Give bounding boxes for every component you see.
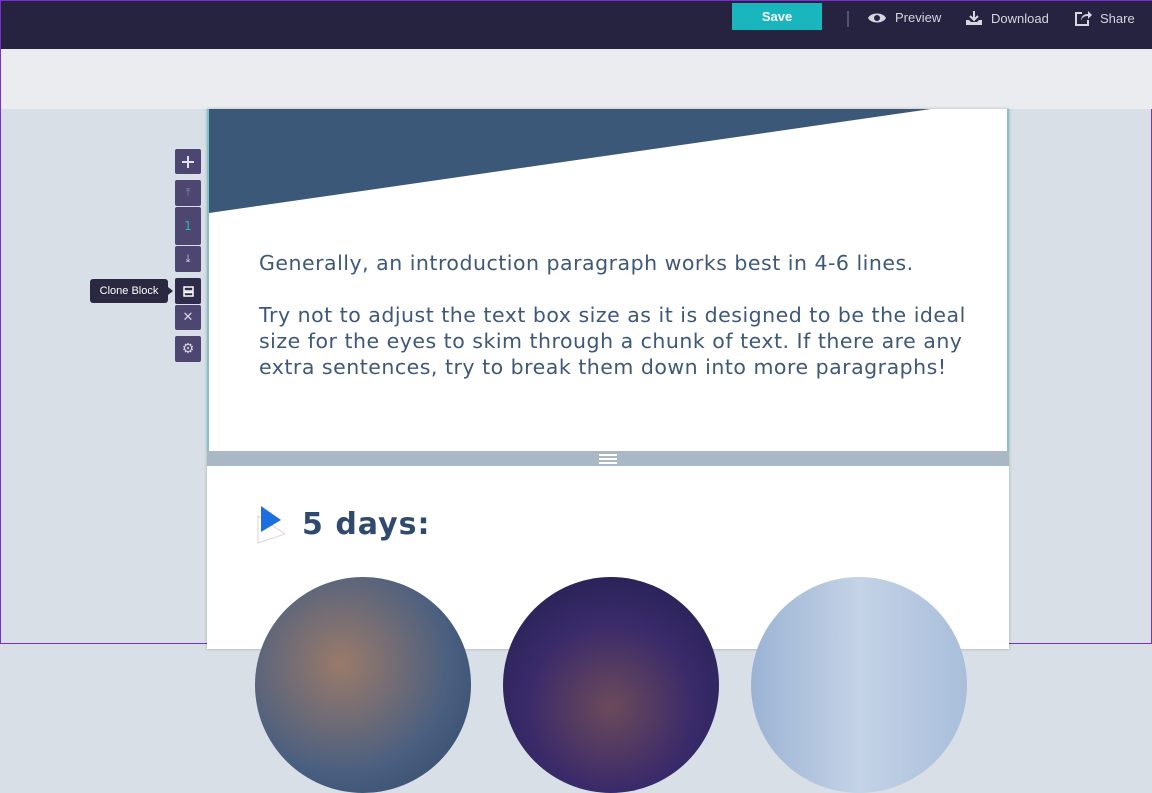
move-down-icon: ⤓ xyxy=(185,252,191,265)
close-icon: ✕ xyxy=(182,310,194,325)
toolbar-divider xyxy=(847,11,849,27)
photo-circle-3[interactable] xyxy=(751,577,967,793)
preview-label: Preview xyxy=(895,10,942,25)
share-label: Share xyxy=(1100,10,1135,26)
block-number: 1 xyxy=(175,207,201,245)
share-icon xyxy=(1075,11,1092,26)
move-down-button[interactable]: ⤓ xyxy=(175,246,201,272)
download-icon xyxy=(966,11,982,25)
clone-block-tooltip: Clone Block xyxy=(90,279,173,303)
save-button[interactable]: Save xyxy=(732,3,822,30)
plus-icon xyxy=(182,155,194,168)
move-up-icon: ⤒ xyxy=(185,186,191,199)
gear-icon: ⚙ xyxy=(181,341,195,357)
photo-circle-2[interactable] xyxy=(503,577,719,793)
download-label: Download xyxy=(991,10,1049,26)
block-drag-handle[interactable] xyxy=(207,451,1009,466)
download-button[interactable]: Download xyxy=(965,10,1049,26)
preview-button[interactable]: Preview xyxy=(867,10,941,25)
delete-block-button[interactable]: ✕ xyxy=(175,305,201,330)
sub-toolbar xyxy=(1,49,1152,109)
top-toolbar: Save Preview Download Share xyxy=(1,1,1152,49)
photo-circle-1[interactable] xyxy=(255,577,471,793)
intro-paragraph-1[interactable]: Generally, an introduction paragraph wor… xyxy=(259,250,979,276)
hamburger-icon xyxy=(599,453,617,464)
document-page: Generally, an introduction paragraph wor… xyxy=(207,109,1009,793)
intro-paragraph-2[interactable]: Try not to adjust the text box size as i… xyxy=(259,302,979,380)
add-block-button[interactable] xyxy=(175,149,201,174)
clone-icon xyxy=(182,285,194,297)
eye-icon xyxy=(868,13,886,22)
banner-shape xyxy=(209,109,931,213)
clone-block-button[interactable] xyxy=(175,278,201,304)
intro-block[interactable]: Generally, an introduction paragraph wor… xyxy=(207,109,1009,451)
play-triangle-icon xyxy=(257,506,287,544)
share-button[interactable]: Share xyxy=(1075,10,1135,26)
block-settings-button[interactable]: ⚙ xyxy=(175,336,201,362)
move-up-button[interactable]: ⤒ xyxy=(175,180,201,206)
section-heading[interactable]: 5 days: xyxy=(302,507,431,542)
